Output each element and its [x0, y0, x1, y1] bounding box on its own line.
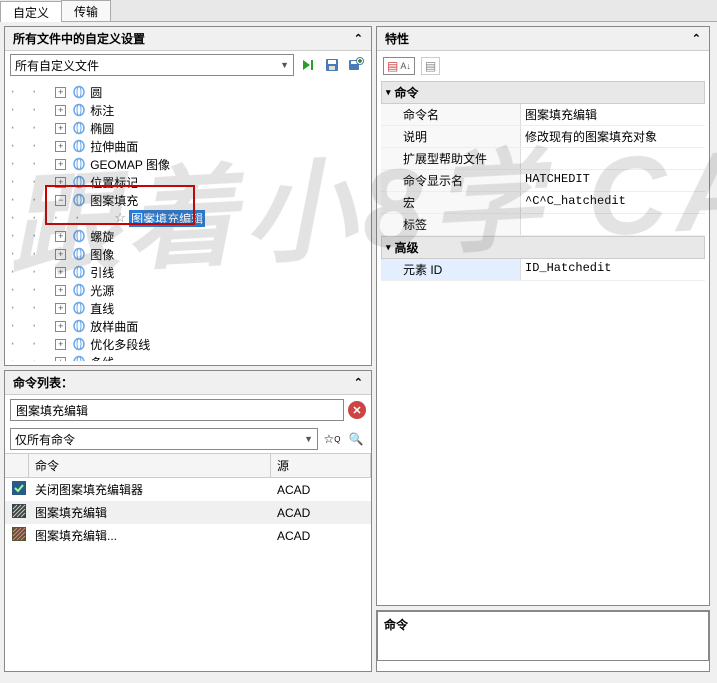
prop-row[interactable]: 说明修改现有的图案填充对象: [381, 126, 705, 148]
col-header-src[interactable]: 源: [271, 454, 371, 477]
command-row[interactable]: 图案填充编辑...ACAD: [5, 524, 371, 547]
command-icon: [71, 157, 87, 171]
expander-icon[interactable]: +: [55, 123, 66, 134]
expander-icon[interactable]: +: [55, 267, 66, 278]
tree-item[interactable]: · · +优化多段线: [9, 335, 369, 353]
tree-item[interactable]: · · +光源: [9, 281, 369, 299]
prop-row[interactable]: 命令名图案填充编辑: [381, 104, 705, 126]
command-icon: [71, 139, 87, 153]
tree-item[interactable]: · · +引线: [9, 263, 369, 281]
chevron-down-icon: ▾: [386, 242, 391, 253]
collapse-chevron-icon[interactable]: ⌃: [354, 376, 363, 389]
expander-icon[interactable]: −: [55, 195, 66, 206]
command-icon: [71, 247, 87, 261]
clear-search-icon[interactable]: ✕: [348, 401, 366, 419]
tree-item[interactable]: · · +放样曲面: [9, 317, 369, 335]
expander-icon[interactable]: +: [55, 159, 66, 170]
expander-icon[interactable]: +: [55, 87, 66, 98]
command-icon: [71, 121, 87, 135]
prop-row[interactable]: 元素 IDID_Hatchedit: [381, 259, 705, 281]
command-icon: [71, 337, 87, 351]
star-filter-icon[interactable]: ☆Q: [322, 429, 342, 449]
command-icon: [71, 301, 87, 315]
command-icon: [71, 175, 87, 189]
prop-row[interactable]: 扩展型帮助文件: [381, 148, 705, 170]
tree-item[interactable]: · · +图像: [9, 245, 369, 263]
expander-icon[interactable]: +: [55, 249, 66, 260]
save-icon[interactable]: [322, 55, 342, 75]
command-icon: [71, 103, 87, 117]
tree-item[interactable]: · · · · ☆图案填充编辑: [9, 209, 369, 227]
tree-item[interactable]: · · +螺旋: [9, 227, 369, 245]
expander-icon[interactable]: +: [55, 141, 66, 152]
cmdlist-header: 命令列表： ⌃: [5, 371, 371, 395]
prop-sort-categorized[interactable]: ▤A↓: [383, 57, 415, 75]
command-icon: [71, 355, 87, 361]
tab-custom[interactable]: 自定义: [0, 1, 62, 22]
expander-icon[interactable]: +: [55, 285, 66, 296]
command-icon: [71, 283, 87, 297]
cmdlist-title: 命令列表：: [13, 374, 73, 391]
props-header: 特性 ⌃: [377, 27, 709, 51]
tree-item[interactable]: · · +标注: [9, 101, 369, 119]
prop-row[interactable]: 宏^C^C_hatchedit: [381, 192, 705, 214]
command-icon: [71, 193, 87, 207]
expander-icon[interactable]: +: [55, 339, 66, 350]
tree-item[interactable]: · · −图案填充: [9, 191, 369, 209]
star-icon: ☆: [114, 210, 126, 226]
col-header-name[interactable]: 命令: [29, 454, 271, 477]
file-combo[interactable]: 所有自定义文件 ▼: [10, 54, 294, 76]
custom-panel-header: 所有文件中的自定义设置 ⌃: [5, 27, 371, 51]
tree-item[interactable]: · · +拉伸曲面: [9, 137, 369, 155]
command-icon: [71, 319, 87, 333]
apply-icon[interactable]: [298, 55, 318, 75]
expander-icon[interactable]: +: [55, 231, 66, 242]
custom-panel-title: 所有文件中的自定义设置: [13, 30, 145, 47]
filter-combo[interactable]: 仅所有命令 ▼: [10, 428, 318, 450]
save-as-icon[interactable]: [346, 55, 366, 75]
prop-row[interactable]: 标签: [381, 214, 705, 236]
command-icon: [71, 229, 87, 243]
command-row[interactable]: 关闭图案填充编辑器ACAD: [5, 478, 371, 501]
tree-item[interactable]: · · +圆: [9, 83, 369, 101]
expander-icon[interactable]: +: [55, 303, 66, 314]
search-input[interactable]: [10, 399, 344, 421]
expander-icon[interactable]: +: [55, 321, 66, 332]
prop-help-label: 命令: [384, 618, 408, 632]
find-icon[interactable]: 🔍: [346, 429, 366, 449]
prop-group-header[interactable]: ▾命令: [381, 81, 705, 104]
tree-item[interactable]: · · +位置标记: [9, 173, 369, 191]
expander-icon[interactable]: +: [55, 177, 66, 188]
props-title: 特性: [385, 30, 409, 47]
chevron-down-icon: ▼: [280, 60, 289, 70]
tree-item[interactable]: · · +椭圆: [9, 119, 369, 137]
command-icon: [71, 265, 87, 279]
tab-transfer[interactable]: 传输: [61, 0, 111, 21]
expander-icon[interactable]: +: [55, 357, 66, 362]
command-icon: [71, 85, 87, 99]
custom-tree[interactable]: · · +圆· · +标注· · +椭圆· · +拉伸曲面· · +GEOMAP…: [5, 79, 371, 361]
collapse-chevron-icon[interactable]: ⌃: [692, 32, 701, 45]
tree-item[interactable]: · · +直线: [9, 299, 369, 317]
prop-group-header[interactable]: ▾高级: [381, 236, 705, 259]
command-row[interactable]: 图案填充编辑ACAD: [5, 501, 371, 524]
tree-item[interactable]: · · +GEOMAP 图像: [9, 155, 369, 173]
collapse-chevron-icon[interactable]: ⌃: [354, 32, 363, 45]
chevron-down-icon: ▼: [304, 434, 313, 444]
expander-icon[interactable]: +: [55, 105, 66, 116]
prop-row[interactable]: 命令显示名HATCHEDIT: [381, 170, 705, 192]
prop-view-list[interactable]: ▤: [421, 57, 440, 75]
chevron-down-icon: ▾: [386, 87, 391, 98]
tree-item[interactable]: · · +多线: [9, 353, 369, 361]
